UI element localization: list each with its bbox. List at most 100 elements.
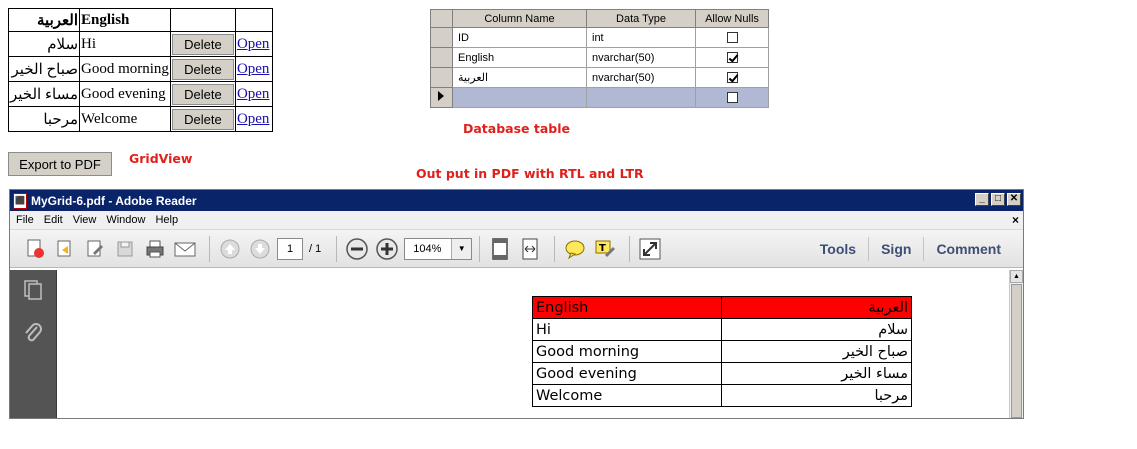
pdf-table: English العربية Hi سلام Good morning صبا… [532, 296, 912, 407]
data-type-cell[interactable] [586, 87, 696, 108]
header-allow-nulls: Allow Nulls [695, 9, 769, 28]
email-icon[interactable] [172, 236, 198, 262]
chevron-down-icon[interactable]: ▼ [451, 238, 472, 259]
tools-pane-link[interactable]: Tools [808, 241, 868, 257]
delete-button[interactable]: Delete [171, 33, 234, 55]
pdf-cell-arabic: صباح الخير [721, 340, 912, 363]
create-pdf-icon[interactable] [22, 236, 48, 262]
pdf-cell-arabic: مرحبا [721, 384, 912, 407]
pdf-cell-english: Hi [532, 318, 722, 341]
gridview-row: مساء الخير Good evening Delete Open [7, 81, 273, 107]
attachments-icon[interactable] [22, 322, 44, 344]
full-screen-icon[interactable] [637, 236, 663, 262]
scrollbar-thumb[interactable] [1011, 284, 1022, 418]
cell-arabic: سلام [7, 31, 81, 57]
delete-button[interactable]: Delete [171, 58, 234, 80]
zoom-level-select[interactable]: 104% ▼ [404, 237, 473, 260]
column-name-cell[interactable] [452, 87, 587, 108]
highlight-text-icon[interactable]: T [592, 236, 618, 262]
db-row[interactable]: العربية nvarchar(50) [430, 67, 769, 88]
header-column-name: Column Name [452, 9, 587, 28]
navigation-pane [10, 270, 56, 418]
db-row[interactable]: English nvarchar(50) [430, 47, 769, 68]
output-caption: Out put in PDF with RTL and LTR [416, 166, 644, 181]
sign-pane-link[interactable]: Sign [869, 241, 923, 257]
comment-bubble-icon[interactable] [562, 236, 588, 262]
row-selector[interactable] [430, 87, 453, 108]
data-type-cell[interactable]: int [586, 27, 696, 48]
cell-english: Good evening [79, 81, 171, 107]
minimize-button[interactable]: _ [975, 193, 989, 206]
toolbar-separator [479, 235, 481, 262]
page-total: / 1 [309, 242, 322, 255]
allow-nulls-checkbox[interactable] [726, 32, 738, 44]
pdf-table-row: Hi سلام [532, 318, 912, 341]
fit-width-icon[interactable] [517, 236, 543, 262]
scroll-up-arrow-icon[interactable]: ▲ [1010, 270, 1023, 283]
window-title: MyGrid-6.pdf - Adobe Reader [31, 193, 197, 208]
row-selector[interactable] [430, 27, 453, 48]
header-data-type: Data Type [586, 9, 696, 28]
database-table-designer: Column Name Data Type Allow Nulls ID int… [430, 9, 769, 108]
open-link[interactable]: Open [237, 111, 270, 127]
next-page-icon[interactable] [247, 236, 273, 262]
vertical-scrollbar[interactable]: ▲ [1009, 270, 1023, 418]
pdf-cell-arabic: مساء الخير [721, 362, 912, 385]
pdf-table-row: Good morning صباح الخير [532, 340, 912, 363]
current-row-arrow-icon [438, 91, 444, 101]
allow-nulls-checkbox[interactable] [726, 52, 738, 64]
allow-nulls-checkbox[interactable] [726, 92, 738, 104]
save-icon[interactable] [112, 236, 138, 262]
delete-button[interactable]: Delete [171, 83, 234, 105]
column-name-cell[interactable]: ID [452, 27, 587, 48]
pdf-cell-english: Good morning [532, 340, 722, 363]
menu-view[interactable]: View [73, 214, 97, 226]
close-document-icon[interactable]: × [1012, 213, 1019, 227]
allow-nulls-checkbox[interactable] [726, 72, 738, 84]
data-type-cell[interactable]: nvarchar(50) [586, 47, 696, 68]
pdf-header-arabic: العربية [721, 296, 912, 319]
zoom-out-icon[interactable] [344, 236, 370, 262]
open-link[interactable]: Open [237, 36, 270, 52]
db-new-row[interactable] [430, 87, 769, 108]
db-row[interactable]: ID int [430, 27, 769, 48]
comment-pane-link[interactable]: Comment [924, 241, 1013, 257]
pdf-table-header-row: English العربية [532, 296, 912, 319]
row-selector-header [430, 9, 453, 28]
row-selector[interactable] [430, 67, 453, 88]
menu-help[interactable]: Help [155, 214, 178, 226]
data-type-cell[interactable]: nvarchar(50) [586, 67, 696, 88]
open-folder-icon[interactable] [52, 236, 78, 262]
previous-page-icon[interactable] [217, 236, 243, 262]
row-selector[interactable] [430, 47, 453, 68]
close-button[interactable]: ✕ [1007, 193, 1021, 206]
export-to-pdf-button[interactable]: Export to PDF [8, 152, 112, 176]
column-name-cell[interactable]: العربية [452, 67, 587, 88]
print-icon[interactable] [142, 236, 168, 262]
cell-arabic: صباح الخير [7, 56, 81, 82]
open-link[interactable]: Open [237, 61, 270, 77]
pdf-app-icon: ⬛ [13, 192, 27, 209]
page-thumbnails-icon[interactable] [22, 278, 44, 300]
maximize-button[interactable]: □ [991, 193, 1005, 206]
toolbar: 1 / 1 104% ▼ T Tools Sign Comment [10, 230, 1023, 268]
page-number-input[interactable]: 1 [277, 237, 303, 260]
column-name-cell[interactable]: English [452, 47, 587, 68]
menu-bar: File Edit View Window Help × [10, 211, 1023, 230]
gridview-caption: GridView [129, 151, 193, 166]
pdf-cell-english: Welcome [532, 384, 722, 407]
gridview-header-row: العربية English [7, 8, 273, 32]
menu-window[interactable]: Window [106, 214, 145, 226]
delete-button[interactable]: Delete [171, 108, 234, 130]
edit-document-icon[interactable] [82, 236, 108, 262]
document-page: English العربية Hi سلام Good morning صبا… [56, 270, 1009, 418]
menu-edit[interactable]: Edit [44, 214, 63, 226]
cell-english: Hi [79, 31, 171, 57]
menu-file[interactable]: File [16, 214, 34, 226]
fit-page-icon[interactable] [487, 236, 513, 262]
pdf-cell-arabic: سلام [721, 318, 912, 341]
open-link[interactable]: Open [237, 86, 270, 102]
svg-text:T: T [599, 243, 606, 254]
title-bar: ⬛ MyGrid-6.pdf - Adobe Reader _ □ ✕ [10, 190, 1023, 211]
zoom-in-icon[interactable] [374, 236, 400, 262]
